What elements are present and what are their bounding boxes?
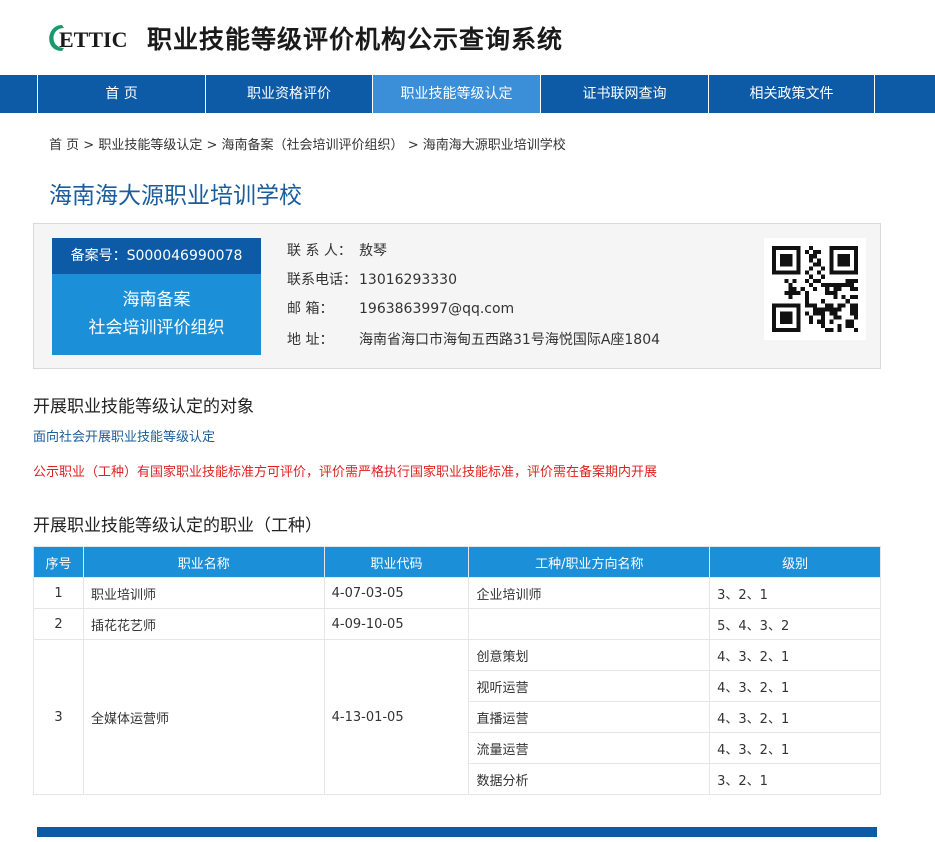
occupation-table: 序号 职业名称 职业代码 工种/职业方向名称 级别 1 职业培训师 4-07-0…: [33, 546, 881, 795]
record-value: S000046990078: [126, 248, 243, 264]
row-number: 3: [33, 639, 84, 795]
target-description: 面向社会开展职业技能等级认定: [33, 430, 216, 445]
main-nav: 首 页 职业资格评价 职业技能等级认定 证书联网查询 相关政策文件: [0, 75, 935, 113]
sub-occupation: [468, 608, 711, 640]
sub-occupation: 数据分析: [468, 763, 711, 795]
site-header: ETTIC 职业技能等级评价机构公示查询系统: [0, 0, 935, 75]
column-header: 级别: [709, 546, 881, 578]
table-row: 2 插花花艺师 4-09-10-05 5、4、3、2: [33, 608, 881, 640]
occupation-name: 职业培训师: [82, 577, 325, 609]
record-label: 备案号：: [70, 248, 127, 264]
org-type: 海南备案 社会培训评价组织: [52, 274, 261, 355]
occupation-code: 4-09-10-05: [323, 608, 470, 640]
breadcrumb-separator: >: [407, 138, 419, 153]
nav-item-skill-level[interactable]: 职业技能等级认定: [372, 75, 540, 113]
footer-bar: [37, 827, 877, 837]
breadcrumb-separator: >: [206, 138, 218, 153]
org-type-line2: 社会培训评价组织: [88, 318, 225, 338]
table-header-row: 序号 职业名称 职业代码 工种/职业方向名称 级别: [33, 546, 881, 578]
table-row: 1 职业培训师 4-07-03-05 企业培训师 3、2、1: [33, 577, 881, 609]
org-type-line1: 海南备案: [122, 290, 191, 310]
column-header: 职业名称: [82, 546, 325, 578]
column-header: 工种/职业方向名称: [468, 546, 711, 578]
skill-level: 3、2、1: [709, 763, 881, 795]
breadcrumb-separator: >: [83, 138, 95, 153]
contact-value: 敖琴: [359, 243, 387, 259]
contact-label: 联系电话：: [287, 272, 357, 288]
contact-value: 海南省海口市海甸五西路31号海悦国际A座1804: [359, 332, 661, 348]
nav-item-certificate-query[interactable]: 证书联网查询: [540, 75, 708, 113]
occupation-code: 4-07-03-05: [323, 577, 470, 609]
contact-label: 邮 箱：: [287, 301, 334, 317]
breadcrumb-home[interactable]: 首 页: [49, 138, 79, 153]
column-header: 序号: [33, 546, 84, 578]
breadcrumb: 首 页 > 职业技能等级认定 > 海南备案（社会培训评价组织） > 海南海大源职…: [49, 134, 566, 153]
org-title: 海南海大源职业培训学校: [49, 183, 302, 209]
qr-code-icon: [764, 238, 866, 340]
skill-level: 5、4、3、2: [709, 608, 881, 640]
table-row: 3 全媒体运营师 4-13-01-05 创意策划 4、3、2、1: [33, 639, 881, 795]
record-badge: 备案号：S000046990078 海南备案 社会培训评价组织: [52, 238, 261, 355]
site-title: 职业技能等级评价机构公示查询系统: [147, 25, 564, 54]
contact-phone: 联系电话： 13016293330: [287, 269, 457, 289]
target-section-title: 开展职业技能等级认定的对象: [33, 397, 254, 417]
sub-occupation: 视听运营: [468, 670, 711, 702]
sub-occupation: 直播运营: [468, 701, 711, 733]
breadcrumb-level1[interactable]: 职业技能等级认定: [98, 138, 202, 153]
sub-occupation: 企业培训师: [468, 577, 711, 609]
breadcrumb-level3: 海南海大源职业培训学校: [422, 138, 566, 153]
sub-occupation: 流量运营: [468, 732, 711, 764]
breadcrumb-level2[interactable]: 海南备案（社会培训评价组织）: [222, 138, 404, 153]
skill-level: 3、2、1: [709, 577, 881, 609]
sub-occupation: 创意策划: [468, 639, 711, 671]
record-number: 备案号：S000046990078: [52, 238, 261, 274]
nav-item-qualification[interactable]: 职业资格评价: [205, 75, 372, 113]
logo-text: ETTIC: [59, 27, 127, 52]
contact-label: 联 系 人：: [287, 243, 352, 259]
nav-item-home[interactable]: 首 页: [37, 75, 205, 113]
org-info-box: 备案号：S000046990078 海南备案 社会培训评价组织 联 系 人： 敖琴…: [33, 223, 881, 369]
skill-level: 4、3、2、1: [709, 639, 881, 671]
skill-level: 4、3、2、1: [709, 732, 881, 764]
contact-value: 1963863997@qq.com: [359, 301, 515, 317]
contact-address: 地 址： 海南省海口市海甸五西路31号海悦国际A座1804: [287, 329, 660, 349]
column-header: 职业代码: [323, 546, 470, 578]
skill-level: 4、3、2、1: [709, 701, 881, 733]
occupation-section-title: 开展职业技能等级认定的职业（工种）: [33, 516, 322, 536]
skill-level: 4、3、2、1: [709, 670, 881, 702]
contact-person: 联 系 人： 敖琴: [287, 240, 387, 260]
nav-item-policy[interactable]: 相关政策文件: [708, 75, 875, 113]
contact-label: 地 址：: [287, 332, 334, 348]
ettic-logo[interactable]: ETTIC: [42, 20, 132, 56]
contact-email: 邮 箱： 1963863997@qq.com: [287, 298, 514, 318]
contact-value: 13016293330: [359, 272, 457, 288]
row-number: 1: [33, 577, 84, 609]
occupation-name: 插花花艺师: [82, 608, 325, 640]
occupation-name: 全媒体运营师: [82, 639, 325, 795]
evaluation-notice: 公示职业（工种）有国家职业技能标准方可评价，评价需严格执行国家职业技能标准，评价…: [33, 465, 658, 480]
row-number: 2: [33, 608, 84, 640]
occupation-code: 4-13-01-05: [323, 639, 470, 795]
